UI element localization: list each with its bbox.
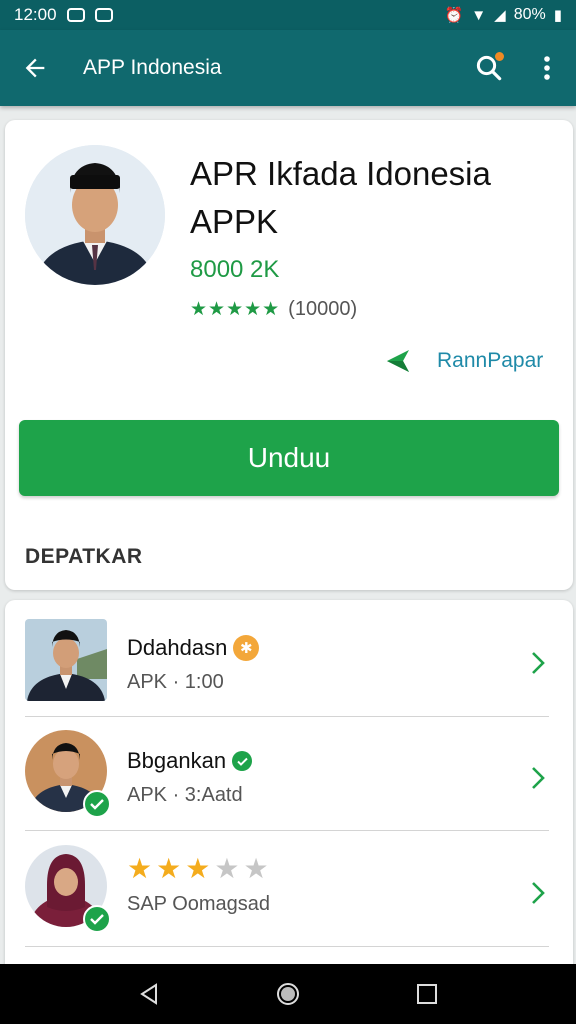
- signal-icon: ◢: [494, 6, 506, 24]
- notification-icon: [66, 8, 85, 22]
- divider: [25, 946, 549, 947]
- notification-dot: [495, 52, 504, 61]
- star-filled-icon: ★: [127, 853, 153, 884]
- app-avatar: [25, 145, 165, 285]
- app-size: 8000 2K: [190, 256, 280, 283]
- person-portrait-icon: [25, 145, 165, 285]
- list-item-name: Bbgankan: [127, 748, 227, 773]
- chevron-right-icon: [523, 643, 553, 683]
- app-list-card: Ddahdasn ✱ APK · 1:00 Bbgankan APK · 3:A…: [5, 600, 573, 980]
- app-bar-title: APP Indonesia: [83, 56, 222, 79]
- rating-row: ★★★★★ (10000): [190, 298, 357, 321]
- nav-home-button[interactable]: [258, 964, 318, 1024]
- battery-percent: 80%: [513, 6, 546, 23]
- navigation-bar: [0, 964, 576, 1024]
- review-count: (10000): [288, 298, 358, 320]
- divider: [25, 716, 549, 717]
- verified-badge-icon: [83, 790, 111, 818]
- battery-icon: ▮: [553, 6, 562, 24]
- list-item-name: Ddahdasn: [127, 635, 228, 660]
- star-empty-icon: ★: [243, 853, 269, 884]
- list-item[interactable]: Ddahdasn ✱ APK · 1:00: [5, 605, 573, 720]
- star-filled-icon: ★: [156, 853, 182, 884]
- list-item-title: Ddahdasn ✱: [127, 635, 260, 661]
- alarm-icon: ⏰: [444, 6, 464, 24]
- star-filled-icon: ★: [185, 853, 211, 884]
- back-button[interactable]: [0, 30, 70, 106]
- list-item-title: Bbgankan: [127, 748, 253, 774]
- triangle-back-icon: [140, 983, 158, 1005]
- message-icon: [94, 8, 113, 22]
- section-label: DEPATKAR: [25, 545, 143, 568]
- person-portrait-icon: [25, 619, 107, 701]
- verified-icon: [232, 751, 253, 771]
- list-item[interactable]: Bbgankan APK · 3:Aatd: [5, 720, 573, 835]
- more-options-button[interactable]: [518, 30, 576, 106]
- app-title-line2: APPK: [190, 203, 279, 240]
- star-empty-icon: ★: [214, 853, 240, 884]
- wifi-icon: ▼: [471, 6, 487, 24]
- app-bar: APP Indonesia: [0, 30, 576, 106]
- list-item-thumbnail: [25, 619, 107, 701]
- search-button[interactable]: [460, 30, 518, 106]
- list-item-subtitle: SAP Oomagsad: [127, 893, 271, 915]
- verified-badge-icon: [83, 905, 111, 933]
- list-item[interactable]: ★ ★ ★ ★ ★ SAP Oomagsad: [5, 835, 573, 950]
- chevron-right-icon: [523, 758, 553, 798]
- divider: [25, 830, 549, 831]
- app-title: APR Ikfada Idonesia APPK: [190, 150, 560, 246]
- arrow-left-icon: [25, 58, 45, 78]
- circle-home-icon: [276, 983, 299, 1005]
- nav-recents-button[interactable]: [397, 964, 457, 1024]
- square-recents-icon: [416, 984, 437, 1004]
- rating-stars: ★★★★★: [127, 855, 270, 883]
- rating-stars: ★★★★★: [190, 299, 281, 320]
- status-bar: 12:00 ⏰ ▼ ◢ 80% ▮: [0, 0, 576, 30]
- nav-back-button[interactable]: [119, 964, 179, 1024]
- star-badge-icon: ✱: [233, 635, 260, 661]
- play-store-icon: [387, 350, 409, 372]
- publisher-label: RannPapar: [437, 349, 544, 372]
- chevron-right-icon: [523, 873, 553, 913]
- list-item-subtitle: APK · 1:00: [127, 671, 224, 693]
- app-detail-card: APR Ikfada Idonesia APPK 8000 2K ★★★★★ (…: [5, 120, 573, 590]
- more-vert-icon: [544, 56, 550, 80]
- list-item-subtitle: APK · 3:Aatd: [127, 784, 243, 806]
- app-title-line1: APR Ikfada Idonesia: [190, 155, 491, 192]
- download-button[interactable]: Unduu: [19, 420, 559, 496]
- publisher-link[interactable]: RannPapar: [385, 348, 543, 374]
- status-time: 12:00: [14, 5, 57, 24]
